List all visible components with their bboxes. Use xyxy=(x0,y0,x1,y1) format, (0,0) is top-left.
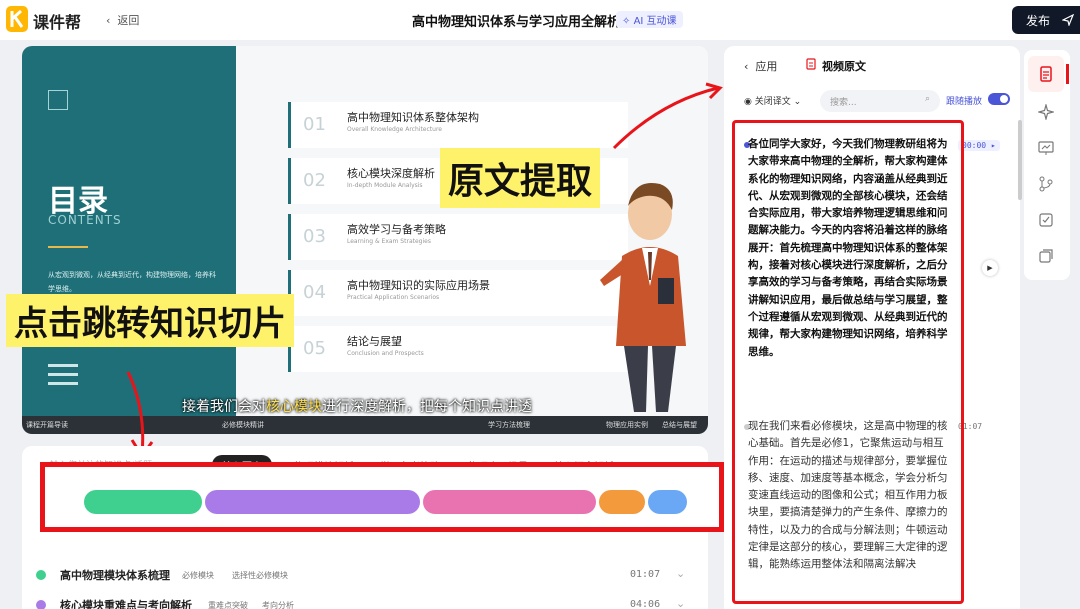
timeline-chapter[interactable]: 总结与展望 xyxy=(662,416,697,430)
knowledge-segment[interactable] xyxy=(599,490,645,514)
slide-item-num: 03 xyxy=(303,226,326,247)
translation-label: 关闭译文 xyxy=(754,97,791,107)
overlay-jump-label: 点击跳转知识切片 xyxy=(6,294,294,347)
timeline-chapter[interactable]: 课程开篇导读 xyxy=(26,416,68,430)
slide-divider xyxy=(48,246,88,248)
timestamp-text: 00:00 xyxy=(962,141,987,150)
search-placeholder: 搜索... xyxy=(830,98,857,108)
sparkle-icon: ✧ xyxy=(622,16,634,27)
slide-description: 从宏观到微观，从经典到近代，构建物理网络，培养科学思维。 xyxy=(48,271,216,293)
row-color-dot xyxy=(36,600,46,609)
slide-item-num: 05 xyxy=(303,338,326,359)
publish-button[interactable]: 发布 xyxy=(1012,6,1080,34)
chevron-down-icon[interactable]: ⌄ xyxy=(676,597,685,609)
knowledge-segment[interactable] xyxy=(84,490,203,514)
slide-decor-square xyxy=(48,90,68,110)
ai-badge: ✧ AI 互动课 xyxy=(616,11,683,28)
checkbox-icon[interactable] xyxy=(1038,212,1054,228)
sparkle-icon[interactable] xyxy=(1038,104,1054,120)
knowledge-row[interactable]: 核心模块重难点与考向解析 重难点突破 考向分析 04:06 ⌄ xyxy=(36,594,696,609)
timeline-chapter[interactable]: 物理应用实例 xyxy=(606,416,648,430)
overlay-extract-label: 原文提取 xyxy=(440,148,601,208)
slide-item: 05 结论与展望 Conclusion and Prospects xyxy=(288,326,628,372)
slide-item-sub: Learning & Exam Strategies xyxy=(347,238,431,245)
follow-play-label: 跟随播放 xyxy=(946,97,983,107)
slide-item-sub: Conclusion and Prospects xyxy=(347,350,424,357)
presenter-avatar-icon xyxy=(600,182,686,412)
row-tag: 重难点突破 xyxy=(208,601,248,609)
row-time: 01:07 xyxy=(630,569,661,580)
page-title: 高中物理知识体系与学习应用全解析 xyxy=(412,15,621,30)
slide-item-title: 高中物理知识体系整体架构 xyxy=(347,111,479,124)
row-tag: 必修模块 xyxy=(182,571,214,580)
panel-back-button[interactable]: ‹ 应用 xyxy=(744,58,777,74)
translate-icon: ◉ xyxy=(744,97,755,107)
slide-item-num: 04 xyxy=(303,282,326,303)
slide-item-title: 高中物理知识的实际应用场景 xyxy=(347,279,490,292)
row-title: 核心模块重难点与考向解析 xyxy=(60,599,192,609)
slide-item-title: 高效学习与备考策略 xyxy=(347,223,446,236)
slide-heading-en: CONTENTS xyxy=(48,213,122,227)
subtitle-post: 进行深度解析，把每个知识点讲透 xyxy=(322,399,532,415)
panel-back-label: 应用 xyxy=(755,60,778,73)
slide-item-sub: Overall Knowledge Architecture xyxy=(347,126,442,133)
ai-badge-label: AI 互动课 xyxy=(633,16,677,27)
presentation-icon[interactable] xyxy=(1038,140,1054,156)
right-tool-rail xyxy=(1024,50,1070,280)
timeline-chapter[interactable]: 学习方法梳理 xyxy=(488,416,530,430)
app-name: 课件帮 xyxy=(33,13,82,32)
slide-item: 04 高中物理知识的实际应用场景 Practical Application Sce… xyxy=(288,270,628,316)
timeline-chapter[interactable]: 必修模块精讲 xyxy=(222,416,264,430)
follow-play-toggle[interactable] xyxy=(988,93,1010,105)
paragraph-timestamp[interactable]: 00:00 ▸ xyxy=(958,140,1000,151)
knowledge-segment[interactable] xyxy=(647,490,687,514)
branch-icon[interactable] xyxy=(1038,176,1054,192)
knowledge-segment-bar[interactable] xyxy=(84,490,690,514)
knowledge-segment[interactable] xyxy=(423,490,597,514)
row-time: 04:06 xyxy=(630,599,661,609)
document-icon xyxy=(806,58,816,70)
panel-title: 视频原文 xyxy=(822,60,866,73)
translation-toggle-select[interactable]: ◉ 关闭译文 ⌄ xyxy=(744,94,801,107)
arrow-right-annotation-icon xyxy=(612,82,723,150)
top-bar: 课件帮 ‹ 返回 高中物理知识体系与学习应用全解析 ✧ AI 互动课 发布 xyxy=(0,0,1080,40)
slide-item-title: 核心模块深度解析 xyxy=(347,167,435,180)
slide-item: 01 高中物理知识体系整体架构 Overall Knowledge Architec… xyxy=(288,102,628,148)
highlight-frame-transcript xyxy=(732,120,964,604)
transcript-search-input[interactable]: 搜索... ⌕ xyxy=(820,90,940,112)
chevron-left-icon: ‹ xyxy=(106,14,118,27)
rail-active-indicator xyxy=(1066,64,1069,84)
slide-item-sub: In-depth Module Analysis xyxy=(347,182,423,189)
slide-item: 03 高效学习与备考策略 Learning & Exam Strategies xyxy=(288,214,628,260)
copy-icon[interactable] xyxy=(1038,248,1054,264)
row-tag: 选择性必修模块 xyxy=(232,571,288,580)
back-button[interactable]: ‹ 返回 xyxy=(106,12,139,28)
row-tag: 考向分析 xyxy=(262,601,294,609)
row-color-dot xyxy=(36,570,46,580)
chevron-down-icon[interactable]: ⌄ xyxy=(676,567,685,580)
play-icon[interactable]: ▶ xyxy=(982,260,998,276)
back-label: 返回 xyxy=(117,14,140,27)
slide-list-icon xyxy=(48,364,78,391)
row-title: 高中物理模块体系梳理 xyxy=(60,569,170,582)
transcript-controls: ◉ 关闭译文 ⌄ 搜索... ⌕ 跟随播放 xyxy=(724,90,1020,114)
slide-left-panel: 目录 CONTENTS 从宏观到微观，从经典到近代，构建物理网络，培养科学思维。 xyxy=(22,46,236,416)
video-subtitle: 接着我们会对核心模块进行深度解析，把每个知识点讲透 xyxy=(182,396,532,416)
subtitle-highlight: 核心模块 xyxy=(266,399,322,415)
subtitle-pre: 接着我们会对 xyxy=(182,399,266,415)
knowledge-segment[interactable] xyxy=(205,490,421,514)
transcript-scrollbar[interactable] xyxy=(1018,120,1022,200)
search-icon: ⌕ xyxy=(924,94,930,104)
app-logo-icon xyxy=(6,6,28,32)
slide-item-num: 01 xyxy=(303,114,326,135)
publish-label: 发布 xyxy=(1026,13,1051,28)
document-icon[interactable] xyxy=(1038,66,1054,82)
knowledge-row[interactable]: 高中物理模块体系梳理 必修模块 选择性必修模块 01:07 ⌄ xyxy=(36,564,696,586)
slide-item-num: 02 xyxy=(303,170,326,191)
chevron-left-icon: ‹ xyxy=(744,60,756,73)
slide-item-sub: Practical Application Scenarios xyxy=(347,294,440,301)
send-icon xyxy=(1062,14,1075,26)
slide-item-title: 结论与展望 xyxy=(347,335,402,348)
